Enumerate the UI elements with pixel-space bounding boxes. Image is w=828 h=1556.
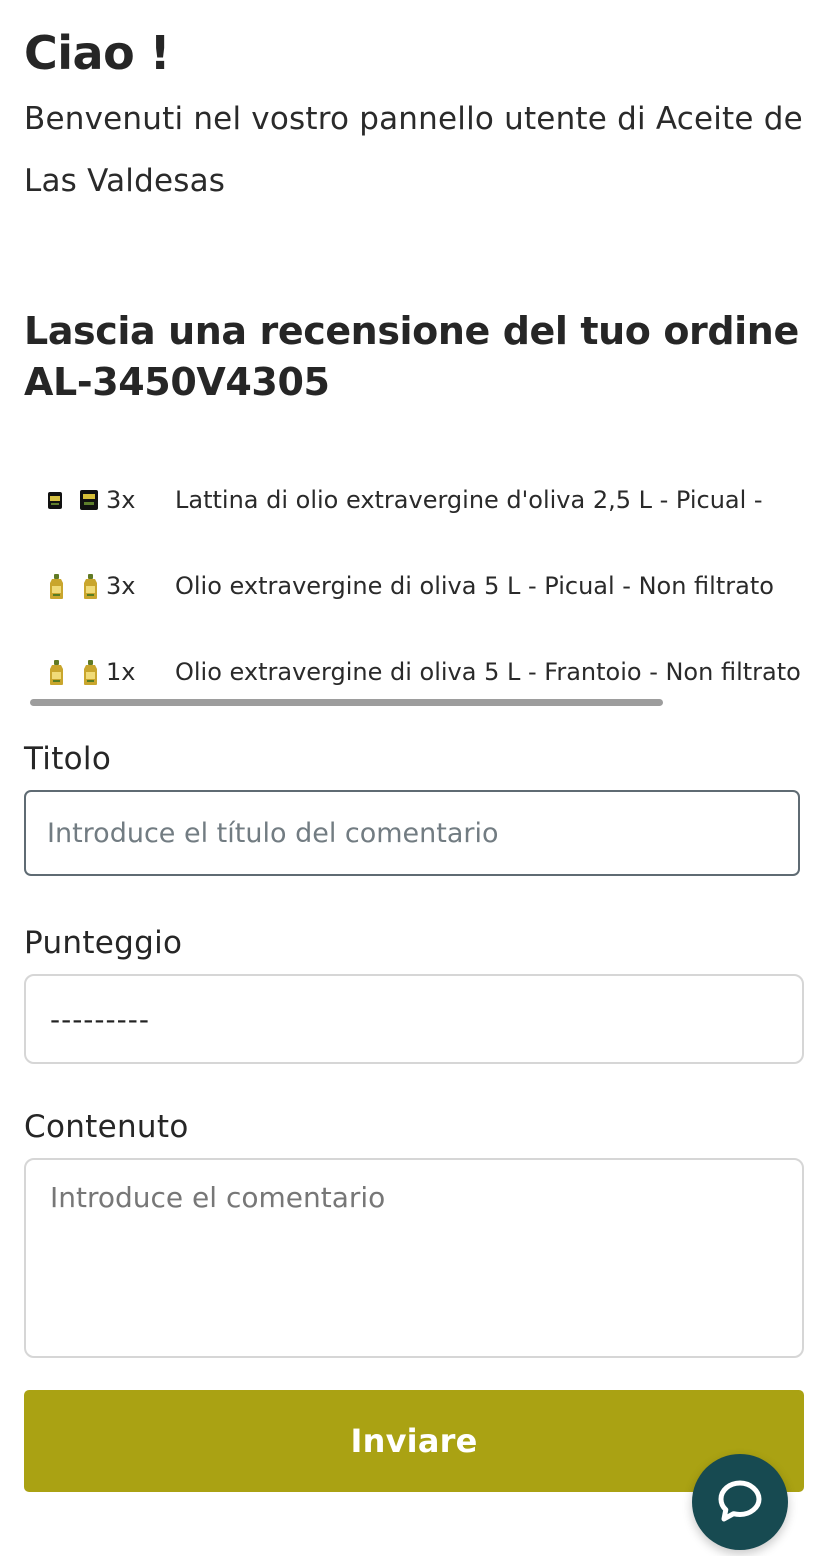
product-thumbnails bbox=[44, 572, 106, 602]
review-order-heading: Lascia una recensione del tuo ordine AL-… bbox=[24, 306, 814, 408]
product-thumbnails bbox=[44, 486, 106, 516]
olive-oil-can-image bbox=[48, 492, 62, 509]
order-item-row: 3x Olio extravergine di oliva 5 L - Picu… bbox=[24, 542, 828, 628]
chat-bubble-icon bbox=[718, 1480, 762, 1522]
order-item-row: 3x Lattina di olio extravergine d'oliva … bbox=[24, 456, 828, 542]
score-label: Punteggio bbox=[24, 925, 183, 961]
item-name: Olio extravergine di oliva 5 L - Picual … bbox=[175, 572, 774, 600]
submit-button[interactable]: Inviare bbox=[24, 1390, 804, 1492]
greeting-heading: Ciao ! bbox=[24, 26, 171, 80]
order-code: AL-3450V4305 bbox=[24, 360, 330, 404]
olive-oil-bottle-image bbox=[50, 660, 63, 685]
order-items-list: 3x Lattina di olio extravergine d'oliva … bbox=[24, 456, 828, 711]
olive-oil-bottle-image bbox=[84, 574, 97, 599]
title-input[interactable] bbox=[24, 790, 800, 876]
horizontal-scrollbar[interactable] bbox=[30, 699, 663, 706]
item-name: Olio extravergine di oliva 5 L - Frantoi… bbox=[175, 658, 801, 686]
item-name: Lattina di olio extravergine d'oliva 2,5… bbox=[175, 486, 763, 514]
product-thumbnails bbox=[44, 658, 106, 688]
title-label: Titolo bbox=[24, 741, 112, 777]
olive-oil-can-image bbox=[80, 490, 98, 510]
score-selected-value: --------- bbox=[50, 1003, 150, 1036]
score-select[interactable]: --------- bbox=[24, 974, 804, 1064]
order-items-scroller[interactable]: 3x Lattina di olio extravergine d'oliva … bbox=[24, 456, 828, 711]
content-textarea[interactable] bbox=[24, 1158, 804, 1358]
welcome-message: Benvenuti nel vostro pannello utente di … bbox=[24, 101, 803, 199]
olive-oil-bottle-image bbox=[84, 660, 97, 685]
item-quantity: 3x bbox=[106, 486, 136, 514]
review-heading-text: Lascia una recensione del tuo ordine bbox=[24, 309, 799, 353]
item-quantity: 1x bbox=[106, 658, 136, 686]
content-label: Contenuto bbox=[24, 1109, 189, 1145]
item-quantity: 3x bbox=[106, 572, 136, 600]
chat-button[interactable] bbox=[692, 1454, 788, 1550]
olive-oil-bottle-image bbox=[50, 574, 63, 599]
